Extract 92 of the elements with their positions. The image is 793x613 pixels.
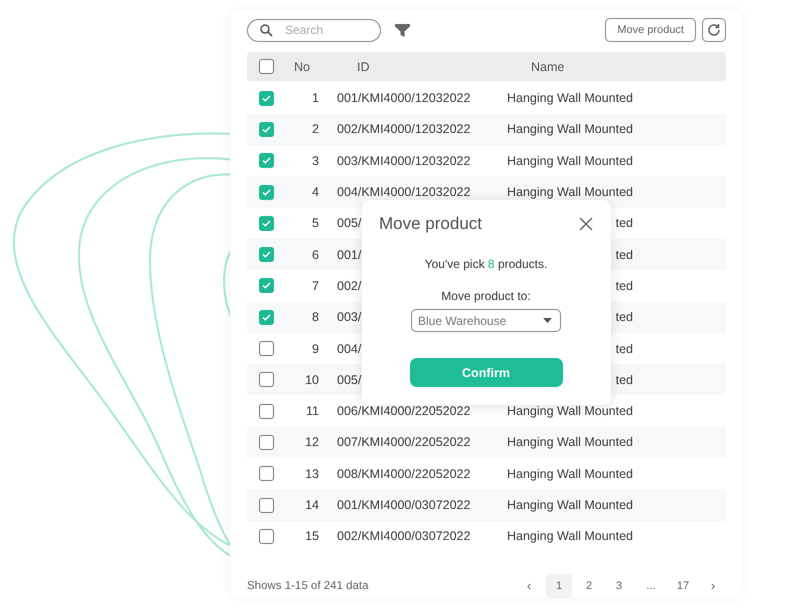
next-page-button[interactable]: › [700, 574, 726, 598]
row-checkbox[interactable] [259, 184, 274, 200]
table-cell: Hanging Wall Mounted [507, 154, 633, 168]
table-cell: Hanging Wall Mounted [507, 435, 633, 450]
dialog-message: You've pick 8 products. [424, 257, 548, 271]
column-header: Name [531, 60, 566, 74]
check-icon [262, 124, 271, 134]
row-checkbox[interactable] [259, 528, 274, 544]
check-icon [262, 281, 271, 290]
check-icon [262, 156, 271, 166]
check-icon [262, 188, 271, 197]
table-cell-text: 13 [304, 466, 319, 481]
page-button[interactable]: 17 [670, 574, 696, 598]
row-checkbox[interactable] [259, 372, 274, 388]
row-checkbox[interactable] [259, 310, 274, 325]
column-header: No [294, 60, 311, 74]
table-cell: 003/KMI4000/12032022 [337, 154, 470, 168]
filter-icon[interactable] [395, 22, 410, 38]
table-cell-text: 10 [304, 372, 319, 387]
close-icon[interactable] [579, 217, 593, 231]
table-cell-text: 6 [311, 248, 319, 262]
column-header: ID [357, 60, 370, 74]
page-button[interactable]: 3 [606, 574, 632, 598]
check-icon [262, 250, 271, 260]
table-cell: Hanging Wall Mounted [507, 404, 633, 418]
table-cell: 006/KMI4000/22052022 [337, 404, 470, 418]
dialog-title: Move product [379, 214, 482, 234]
table-cell-text: 2 [311, 122, 319, 136]
search-icon [260, 24, 273, 36]
pagination-ellipsis: ... [645, 578, 657, 594]
row-checkbox[interactable] [259, 466, 274, 482]
row-checkbox[interactable] [259, 122, 274, 137]
check-icon [262, 218, 271, 228]
table-cell: Hanging Wall Mounted [507, 91, 633, 106]
table-cell: 007/KMI4000/22052022 [337, 435, 470, 450]
table-cell: ted [616, 372, 633, 387]
pagination-summary: Shows 1-15 of 241 data [247, 580, 368, 592]
table-cell-text: 15 [304, 529, 319, 544]
move-product-button[interactable]: Move product [605, 18, 696, 42]
check-icon [262, 94, 271, 103]
table-cell: 005/ [337, 372, 362, 387]
table-cell: 002/KMI4000/12032022 [337, 122, 470, 136]
refresh-button[interactable] [702, 18, 726, 42]
refresh-icon [707, 23, 721, 37]
table-cell: ted [616, 278, 633, 293]
page-button[interactable]: 1 [546, 574, 572, 598]
table-cell: Hanging Wall Mounted [507, 498, 633, 512]
row-checkbox[interactable] [259, 278, 274, 294]
field-label: Move product to: [441, 289, 531, 303]
table-cell: Hanging Wall Mounted [507, 185, 633, 200]
table-cell: Hanging Wall Mounted [507, 529, 633, 544]
table-cell-text: 11 [305, 404, 319, 418]
table-cell: 004/ [337, 342, 362, 356]
table-cell-text: 14 [304, 498, 319, 512]
row-checkbox[interactable] [259, 404, 274, 419]
table-cell-text: 1 [311, 91, 319, 106]
table-cell: 002/KMI4000/03072022 [337, 529, 470, 544]
table-cell: ted [616, 310, 633, 324]
table-cell-text: 9 [311, 342, 319, 356]
select-all-checkbox[interactable] [259, 59, 274, 74]
table-cell: 005/ [337, 216, 362, 230]
table-cell: 001/KMI4000/12032022 [337, 91, 470, 106]
row-checkbox[interactable] [259, 90, 274, 106]
previous-page-button[interactable]: ‹ [516, 574, 542, 598]
row-checkbox[interactable] [259, 498, 274, 512]
table-cell-text: 5 [311, 216, 319, 230]
table-cell-text: 12 [304, 435, 319, 450]
warehouse-dropdown[interactable]: Blue Warehouse [411, 309, 561, 332]
row-checkbox[interactable] [259, 153, 274, 168]
table-cell: 003/ [337, 310, 362, 324]
search-field[interactable]: Search [247, 18, 381, 42]
table-cell-text: 8 [311, 310, 319, 324]
row-checkbox[interactable] [259, 247, 274, 262]
table-cell: 008/KMI4000/22052022 [337, 466, 470, 481]
table-cell: Hanging Wall Mounted [507, 466, 633, 481]
page-button[interactable]: 2 [576, 574, 602, 598]
row-checkbox[interactable] [259, 341, 274, 356]
table-cell: 004/KMI4000/12032022 [337, 185, 470, 200]
table-cell-text: 4 [311, 185, 319, 200]
table-cell: 002/ [337, 278, 362, 293]
check-icon [262, 312, 271, 322]
caret-icon [543, 318, 552, 323]
table-cell: Hanging Wall Mounted [507, 122, 633, 136]
row-checkbox[interactable] [259, 434, 274, 450]
table-cell: 001/ [337, 248, 362, 262]
table-cell: ted [616, 248, 633, 262]
table-cell: ted [616, 342, 633, 356]
table-cell: ted [616, 216, 633, 230]
table-cell-text: 7 [311, 278, 319, 293]
table-cell-text: 3 [311, 154, 319, 168]
row-checkbox[interactable] [259, 216, 274, 231]
table-cell: 001/KMI4000/03072022 [337, 498, 470, 512]
